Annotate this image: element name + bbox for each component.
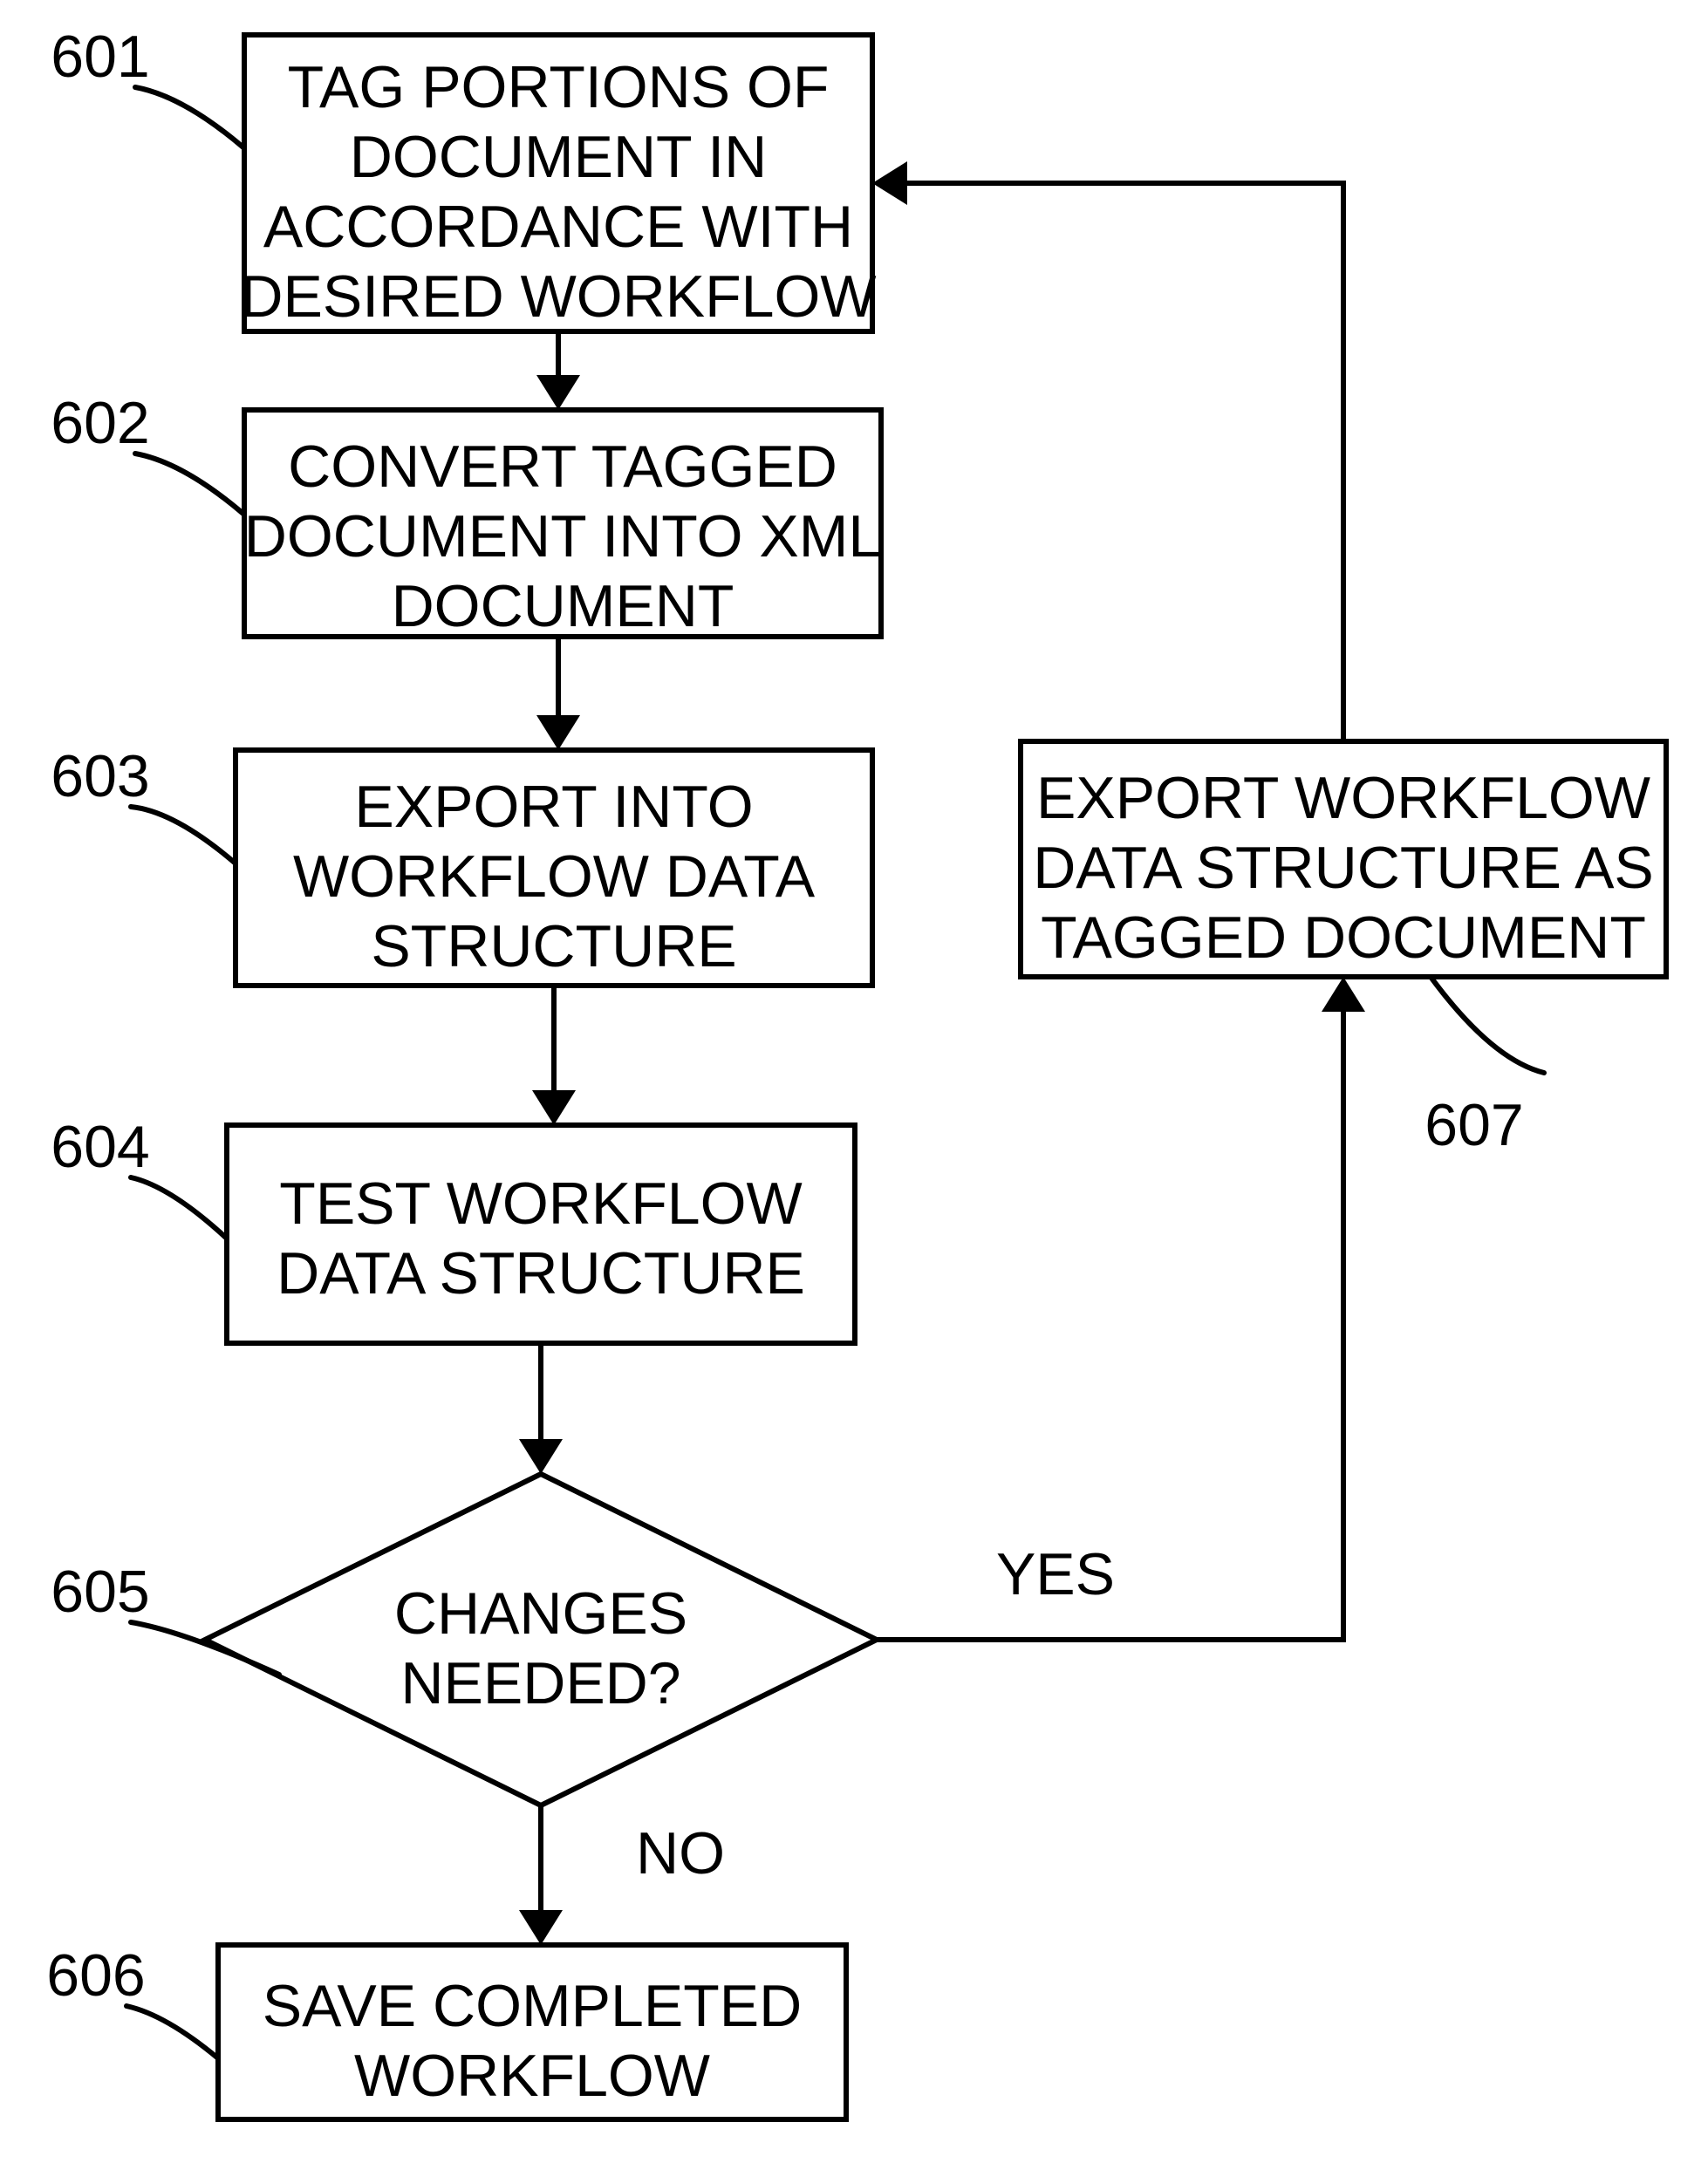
edge-no-label: NO (636, 1820, 725, 1887)
node-604-line2: DATA STRUCTURE (277, 1240, 805, 1307)
node-603-line3: STRUCTURE (371, 913, 736, 979)
num-601: 601 (51, 24, 149, 90)
node-605: CHANGES NEEDED? (205, 1474, 877, 1805)
callout-605: 605 (51, 1559, 279, 1675)
num-605: 605 (51, 1559, 149, 1625)
node-601-line2: DOCUMENT IN (350, 124, 768, 190)
node-601-line4: DESIRED WORKFLOW (240, 263, 876, 330)
edge-607-601 (872, 161, 1343, 741)
node-605-line1: CHANGES (394, 1580, 687, 1647)
edge-605-606: NO (519, 1805, 725, 1945)
edge-603-604 (532, 986, 576, 1125)
callout-604: 604 (51, 1114, 227, 1238)
num-604: 604 (51, 1114, 149, 1180)
flowchart-diagram: TAG PORTIONS OF DOCUMENT IN ACCORDANCE W… (0, 0, 1708, 2163)
edge-605-607: YES (877, 977, 1365, 1640)
node-606-line2: WORKFLOW (354, 2043, 710, 2109)
node-607: EXPORT WORKFLOW DATA STRUCTURE AS TAGGED… (1021, 741, 1666, 977)
node-602-line1: CONVERT TAGGED (288, 433, 837, 500)
node-602-line2: DOCUMENT INTO XML (244, 503, 881, 570)
edge-yes-label: YES (996, 1541, 1115, 1607)
node-601-line1: TAG PORTIONS OF (288, 54, 830, 120)
node-606-line1: SAVE COMPLETED (263, 1973, 802, 2039)
node-604: TEST WORKFLOW DATA STRUCTURE (227, 1125, 855, 1343)
callout-607: 607 (1424, 977, 1544, 1158)
edge-602-603 (536, 637, 580, 750)
node-602: CONVERT TAGGED DOCUMENT INTO XML DOCUMEN… (244, 410, 881, 639)
num-606: 606 (46, 1942, 145, 2009)
node-607-line1: EXPORT WORKFLOW (1036, 765, 1650, 831)
node-601-line3: ACCORDANCE WITH (263, 194, 853, 260)
node-602-line3: DOCUMENT (392, 573, 734, 639)
callout-601: 601 (51, 24, 244, 148)
node-607-line2: DATA STRUCTURE AS (1033, 835, 1654, 901)
node-603-line2: WORKFLOW DATA (293, 843, 816, 910)
num-607: 607 (1424, 1092, 1523, 1158)
edge-604-605 (519, 1343, 563, 1474)
callout-603: 603 (51, 743, 236, 863)
node-603-line1: EXPORT INTO (354, 774, 753, 840)
node-604-line1: TEST WORKFLOW (279, 1170, 802, 1237)
node-606: SAVE COMPLETED WORKFLOW (218, 1945, 846, 2119)
node-607-line3: TAGGED DOCUMENT (1041, 904, 1646, 971)
node-603: EXPORT INTO WORKFLOW DATA STRUCTURE (236, 750, 872, 986)
node-601: TAG PORTIONS OF DOCUMENT IN ACCORDANCE W… (240, 35, 876, 331)
num-602: 602 (51, 390, 149, 456)
edge-601-602 (536, 331, 580, 410)
callout-602: 602 (51, 390, 244, 515)
node-605-line2: NEEDED? (400, 1650, 680, 1716)
num-603: 603 (51, 743, 149, 809)
callout-606: 606 (46, 1942, 218, 2058)
